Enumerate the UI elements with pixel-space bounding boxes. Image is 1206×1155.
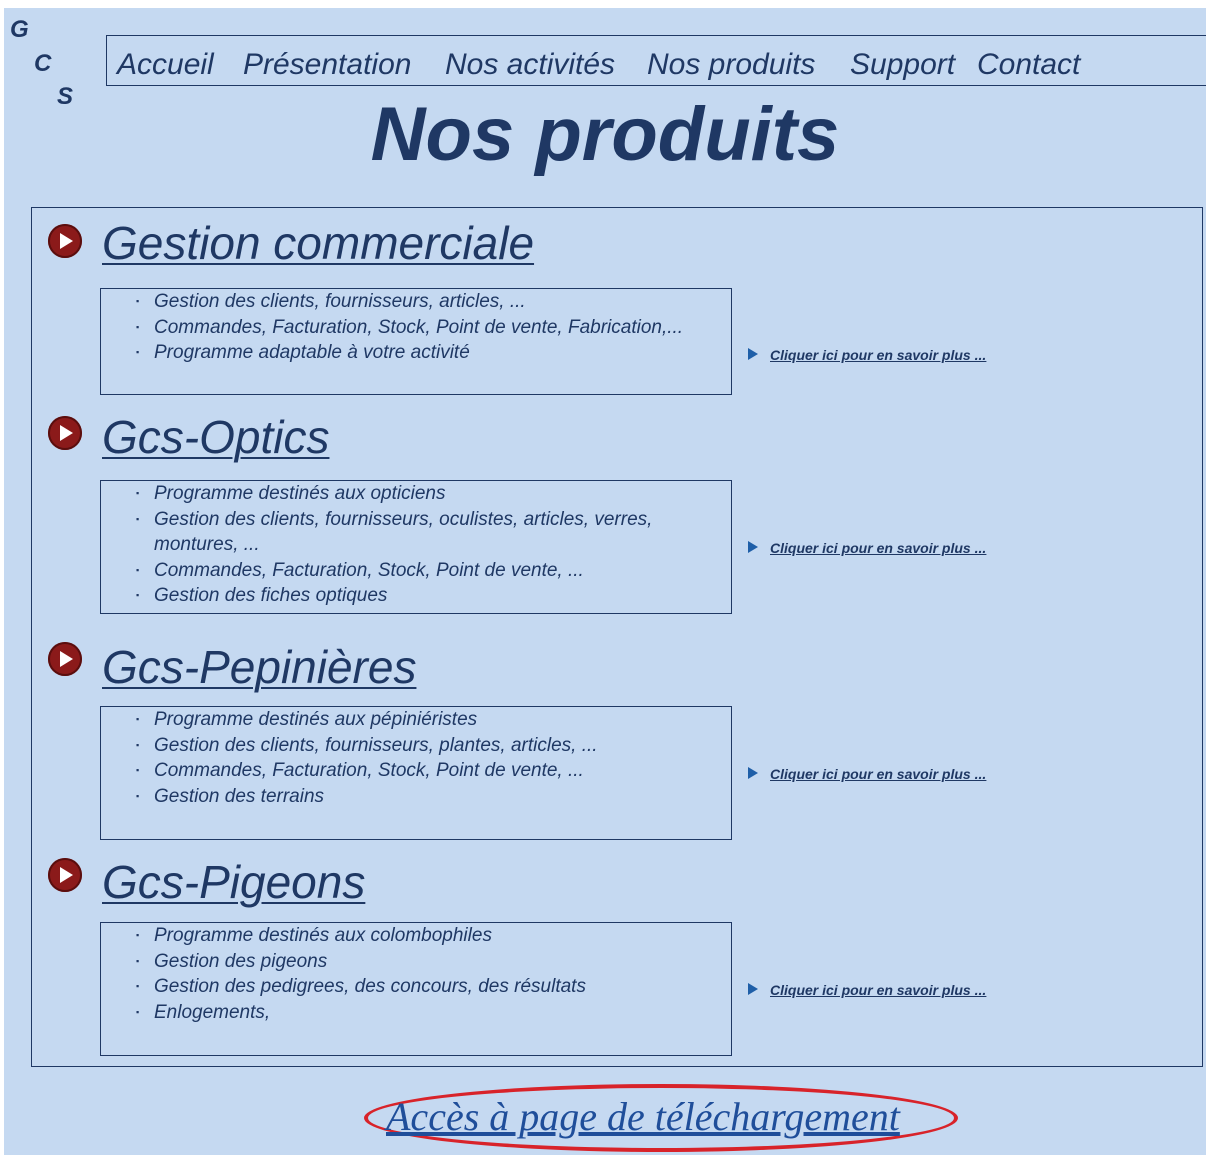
product-title-gcs-pigeons[interactable]: Gcs-Pigeons [102,855,365,909]
download-highlight-ellipse: Accès à page de téléchargement [364,1084,958,1152]
feature-item: Enlogements, [136,1000,723,1026]
feature-item: Commandes, Facturation, Stock, Point de … [136,315,723,341]
feature-item: Commandes, Facturation, Stock, Point de … [136,558,723,584]
products-panel: Gestion commerciale Gestion des clients,… [31,207,1203,1067]
nav-item-activites[interactable]: Nos activités [445,48,615,82]
play-circle-icon [48,224,82,258]
feature-item: Gestion des clients, fournisseurs, artic… [136,289,723,315]
more-link-label: Cliquer ici pour en savoir plus ... [770,982,987,998]
play-circle-icon [48,858,82,892]
page-title: Nos produits [370,92,840,177]
more-link-label: Cliquer ici pour en savoir plus ... [770,540,987,556]
product-title-gcs-pepinieres[interactable]: Gcs-Pepinières [102,640,416,694]
feature-item: Programme adaptable à votre activité [136,340,723,366]
more-link-gcs-pepinieres[interactable]: Cliquer ici pour en savoir plus ... [748,765,986,783]
feature-box-gcs-pepinieres: Programme destinés aux pépiniéristes Ges… [100,706,732,840]
more-link-gcs-pigeons[interactable]: Cliquer ici pour en savoir plus ... [748,981,986,999]
play-circle-icon [48,642,82,676]
feature-list: Programme destinés aux colombophiles Ges… [101,923,731,1025]
logo-letter-g: G [10,16,29,43]
nav-item-accueil[interactable]: Accueil [117,48,214,82]
more-link-label: Cliquer ici pour en savoir plus ... [770,766,987,782]
feature-list: Programme destinés aux pépiniéristes Ges… [101,707,731,809]
feature-item: Gestion des fiches optiques [136,583,723,609]
feature-box-gcs-pigeons: Programme destinés aux colombophiles Ges… [100,922,732,1056]
triangle-right-icon [748,983,758,995]
more-link-gestion-commerciale[interactable]: Cliquer ici pour en savoir plus ... [748,346,986,364]
feature-item: Commandes, Facturation, Stock, Point de … [136,758,723,784]
nav-item-support[interactable]: Support [850,48,955,82]
page: G C S Accueil Présentation Nos activités… [4,8,1206,1155]
feature-list: Programme destinés aux opticiens Gestion… [101,481,731,609]
feature-item: Programme destinés aux opticiens [136,481,723,507]
feature-item: Gestion des pedigrees, des concours, des… [136,974,723,1000]
nav-item-presentation[interactable]: Présentation [243,48,411,82]
triangle-right-icon [748,541,758,553]
triangle-right-icon [748,767,758,779]
play-circle-icon [48,416,82,450]
product-title-gcs-optics[interactable]: Gcs-Optics [102,410,329,464]
feature-item: Gestion des clients, fournisseurs, oculi… [136,507,723,558]
download-page-link[interactable]: Accès à page de téléchargement [386,1094,900,1140]
feature-item: Gestion des pigeons [136,949,723,975]
feature-item: Programme destinés aux pépiniéristes [136,707,723,733]
feature-box-gcs-optics: Programme destinés aux opticiens Gestion… [100,480,732,614]
nav-item-contact[interactable]: Contact [977,48,1080,82]
product-title-gestion-commerciale[interactable]: Gestion commerciale [102,216,534,270]
feature-list: Gestion des clients, fournisseurs, artic… [101,289,731,366]
main-nav: Accueil Présentation Nos activités Nos p… [106,35,1206,86]
feature-box-gestion-commerciale: Gestion des clients, fournisseurs, artic… [100,288,732,395]
more-link-label: Cliquer ici pour en savoir plus ... [770,347,987,363]
more-link-gcs-optics[interactable]: Cliquer ici pour en savoir plus ... [748,539,986,557]
logo-letter-c: C [34,50,52,77]
feature-item: Gestion des terrains [136,784,723,810]
triangle-right-icon [748,348,758,360]
feature-item: Programme destinés aux colombophiles [136,923,723,949]
nav-item-produits[interactable]: Nos produits [647,48,815,82]
feature-item: Gestion des clients, fournisseurs, plant… [136,733,723,759]
